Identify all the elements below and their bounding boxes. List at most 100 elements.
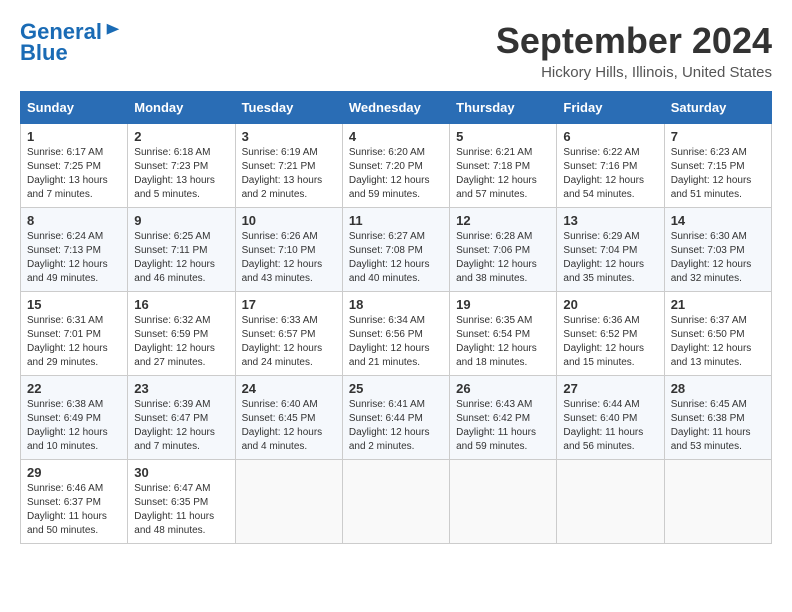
day-number: 8 (27, 213, 121, 228)
col-header-saturday: Saturday (664, 92, 771, 124)
day-number: 23 (134, 381, 228, 396)
cell-details: Sunrise: 6:33 AM Sunset: 6:57 PM Dayligh… (242, 314, 336, 370)
calendar-table: SundayMondayTuesdayWednesdayThursdayFrid… (20, 91, 772, 544)
day-number: 22 (27, 381, 121, 396)
cell-details: Sunrise: 6:20 AM Sunset: 7:20 PM Dayligh… (349, 146, 443, 202)
calendar-cell: 25 Sunrise: 6:41 AM Sunset: 6:44 PM Dayl… (342, 376, 449, 460)
calendar-header-row: SundayMondayTuesdayWednesdayThursdayFrid… (21, 92, 772, 124)
day-number: 28 (671, 381, 765, 396)
calendar-cell: 26 Sunrise: 6:43 AM Sunset: 6:42 PM Dayl… (450, 376, 557, 460)
logo-flag-icon (104, 22, 122, 40)
cell-details: Sunrise: 6:36 AM Sunset: 6:52 PM Dayligh… (563, 314, 657, 370)
calendar-cell: 24 Sunrise: 6:40 AM Sunset: 6:45 PM Dayl… (235, 376, 342, 460)
day-number: 9 (134, 213, 228, 228)
calendar-cell: 8 Sunrise: 6:24 AM Sunset: 7:13 PM Dayli… (21, 208, 128, 292)
cell-details: Sunrise: 6:21 AM Sunset: 7:18 PM Dayligh… (456, 146, 550, 202)
calendar-cell: 14 Sunrise: 6:30 AM Sunset: 7:03 PM Dayl… (664, 208, 771, 292)
day-number: 21 (671, 297, 765, 312)
col-header-thursday: Thursday (450, 92, 557, 124)
calendar-cell (664, 460, 771, 544)
calendar-week-row: 29 Sunrise: 6:46 AM Sunset: 6:37 PM Dayl… (21, 460, 772, 544)
calendar-cell: 6 Sunrise: 6:22 AM Sunset: 7:16 PM Dayli… (557, 124, 664, 208)
day-number: 1 (27, 129, 121, 144)
day-number: 10 (242, 213, 336, 228)
calendar-cell: 23 Sunrise: 6:39 AM Sunset: 6:47 PM Dayl… (128, 376, 235, 460)
calendar-cell: 27 Sunrise: 6:44 AM Sunset: 6:40 PM Dayl… (557, 376, 664, 460)
calendar-cell: 11 Sunrise: 6:27 AM Sunset: 7:08 PM Dayl… (342, 208, 449, 292)
cell-details: Sunrise: 6:46 AM Sunset: 6:37 PM Dayligh… (27, 482, 121, 538)
calendar-cell: 17 Sunrise: 6:33 AM Sunset: 6:57 PM Dayl… (235, 292, 342, 376)
cell-details: Sunrise: 6:47 AM Sunset: 6:35 PM Dayligh… (134, 482, 228, 538)
cell-details: Sunrise: 6:26 AM Sunset: 7:10 PM Dayligh… (242, 230, 336, 286)
calendar-cell: 15 Sunrise: 6:31 AM Sunset: 7:01 PM Dayl… (21, 292, 128, 376)
cell-details: Sunrise: 6:17 AM Sunset: 7:25 PM Dayligh… (27, 146, 121, 202)
day-number: 30 (134, 465, 228, 480)
col-header-wednesday: Wednesday (342, 92, 449, 124)
cell-details: Sunrise: 6:27 AM Sunset: 7:08 PM Dayligh… (349, 230, 443, 286)
day-number: 12 (456, 213, 550, 228)
day-number: 6 (563, 129, 657, 144)
cell-details: Sunrise: 6:29 AM Sunset: 7:04 PM Dayligh… (563, 230, 657, 286)
cell-details: Sunrise: 6:23 AM Sunset: 7:15 PM Dayligh… (671, 146, 765, 202)
day-number: 7 (671, 129, 765, 144)
cell-details: Sunrise: 6:37 AM Sunset: 6:50 PM Dayligh… (671, 314, 765, 370)
day-number: 24 (242, 381, 336, 396)
cell-details: Sunrise: 6:40 AM Sunset: 6:45 PM Dayligh… (242, 398, 336, 454)
calendar-week-row: 8 Sunrise: 6:24 AM Sunset: 7:13 PM Dayli… (21, 208, 772, 292)
day-number: 20 (563, 297, 657, 312)
calendar-cell: 30 Sunrise: 6:47 AM Sunset: 6:35 PM Dayl… (128, 460, 235, 544)
calendar-cell (342, 460, 449, 544)
cell-details: Sunrise: 6:32 AM Sunset: 6:59 PM Dayligh… (134, 314, 228, 370)
cell-details: Sunrise: 6:28 AM Sunset: 7:06 PM Dayligh… (456, 230, 550, 286)
cell-details: Sunrise: 6:34 AM Sunset: 6:56 PM Dayligh… (349, 314, 443, 370)
calendar-week-row: 22 Sunrise: 6:38 AM Sunset: 6:49 PM Dayl… (21, 376, 772, 460)
col-header-tuesday: Tuesday (235, 92, 342, 124)
calendar-cell: 22 Sunrise: 6:38 AM Sunset: 6:49 PM Dayl… (21, 376, 128, 460)
col-header-monday: Monday (128, 92, 235, 124)
day-number: 13 (563, 213, 657, 228)
cell-details: Sunrise: 6:45 AM Sunset: 6:38 PM Dayligh… (671, 398, 765, 454)
calendar-cell (235, 460, 342, 544)
page-header: General Blue September 2024 Hickory Hill… (20, 20, 772, 81)
calendar-cell: 5 Sunrise: 6:21 AM Sunset: 7:18 PM Dayli… (450, 124, 557, 208)
calendar-cell (557, 460, 664, 544)
cell-details: Sunrise: 6:41 AM Sunset: 6:44 PM Dayligh… (349, 398, 443, 454)
col-header-friday: Friday (557, 92, 664, 124)
cell-details: Sunrise: 6:19 AM Sunset: 7:21 PM Dayligh… (242, 146, 336, 202)
calendar-cell: 9 Sunrise: 6:25 AM Sunset: 7:11 PM Dayli… (128, 208, 235, 292)
calendar-cell: 16 Sunrise: 6:32 AM Sunset: 6:59 PM Dayl… (128, 292, 235, 376)
day-number: 4 (349, 129, 443, 144)
day-number: 26 (456, 381, 550, 396)
title-block: September 2024 Hickory Hills, Illinois, … (496, 20, 772, 81)
cell-details: Sunrise: 6:43 AM Sunset: 6:42 PM Dayligh… (456, 398, 550, 454)
cell-details: Sunrise: 6:44 AM Sunset: 6:40 PM Dayligh… (563, 398, 657, 454)
calendar-cell: 18 Sunrise: 6:34 AM Sunset: 6:56 PM Dayl… (342, 292, 449, 376)
calendar-cell: 29 Sunrise: 6:46 AM Sunset: 6:37 PM Dayl… (21, 460, 128, 544)
day-number: 15 (27, 297, 121, 312)
cell-details: Sunrise: 6:39 AM Sunset: 6:47 PM Dayligh… (134, 398, 228, 454)
day-number: 29 (27, 465, 121, 480)
calendar-week-row: 15 Sunrise: 6:31 AM Sunset: 7:01 PM Dayl… (21, 292, 772, 376)
calendar-cell: 12 Sunrise: 6:28 AM Sunset: 7:06 PM Dayl… (450, 208, 557, 292)
day-number: 25 (349, 381, 443, 396)
calendar-cell: 2 Sunrise: 6:18 AM Sunset: 7:23 PM Dayli… (128, 124, 235, 208)
calendar-week-row: 1 Sunrise: 6:17 AM Sunset: 7:25 PM Dayli… (21, 124, 772, 208)
day-number: 17 (242, 297, 336, 312)
cell-details: Sunrise: 6:38 AM Sunset: 6:49 PM Dayligh… (27, 398, 121, 454)
calendar-cell: 21 Sunrise: 6:37 AM Sunset: 6:50 PM Dayl… (664, 292, 771, 376)
calendar-cell: 10 Sunrise: 6:26 AM Sunset: 7:10 PM Dayl… (235, 208, 342, 292)
calendar-cell: 3 Sunrise: 6:19 AM Sunset: 7:21 PM Dayli… (235, 124, 342, 208)
calendar-cell: 13 Sunrise: 6:29 AM Sunset: 7:04 PM Dayl… (557, 208, 664, 292)
calendar-cell: 20 Sunrise: 6:36 AM Sunset: 6:52 PM Dayl… (557, 292, 664, 376)
day-number: 16 (134, 297, 228, 312)
day-number: 14 (671, 213, 765, 228)
logo: General Blue (20, 20, 122, 66)
calendar-cell: 1 Sunrise: 6:17 AM Sunset: 7:25 PM Dayli… (21, 124, 128, 208)
cell-details: Sunrise: 6:31 AM Sunset: 7:01 PM Dayligh… (27, 314, 121, 370)
day-number: 19 (456, 297, 550, 312)
day-number: 18 (349, 297, 443, 312)
day-number: 3 (242, 129, 336, 144)
calendar-cell: 7 Sunrise: 6:23 AM Sunset: 7:15 PM Dayli… (664, 124, 771, 208)
calendar-cell (450, 460, 557, 544)
cell-details: Sunrise: 6:30 AM Sunset: 7:03 PM Dayligh… (671, 230, 765, 286)
